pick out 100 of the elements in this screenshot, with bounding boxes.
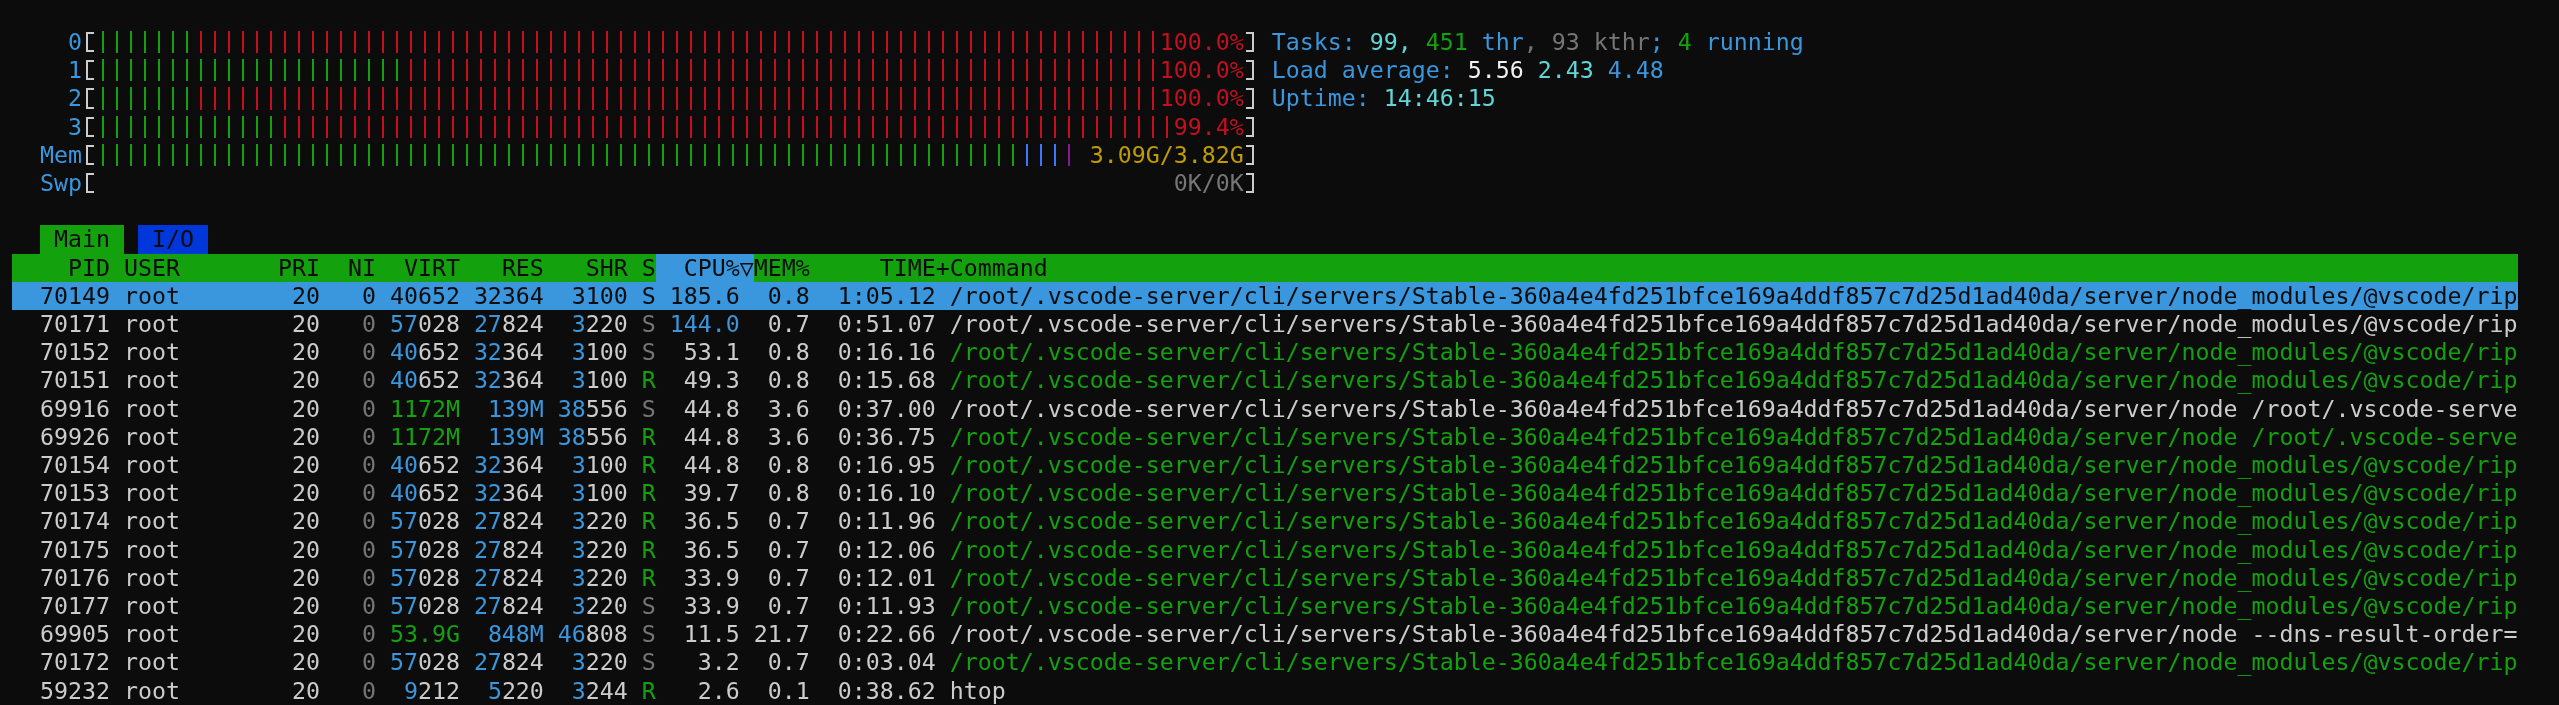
process-row[interactable]: 70154 root 20 0 40652 32364 3100 R 44.8 0.8 0:16.95 /root/.vscode-server/cli/servers/Stable-360a4e4fd251bfce169a4ddf857c7d25d1ad40da/server/node_modules/@vscode/rip bbox=[12, 451, 2518, 480]
process-row[interactable]: 69905 root 20 0 53.9G 848M 46808 S 11.5 21.7 0:22.66 /root/.vscode-server/cli/servers/Stable-360a4e4fd251bfce169a4ddf857c7d25d1ad40da/server/node --dns-result-order= bbox=[12, 620, 2518, 649]
cpu-percent-cell-text: 2.6 bbox=[696, 676, 741, 705]
user-cell-text: root bbox=[122, 338, 181, 367]
cpu-percent-cell-text: 36.5 bbox=[682, 507, 741, 536]
state-cell-text: S bbox=[640, 592, 656, 621]
user-cell-text: root bbox=[122, 451, 181, 480]
column-header[interactable]: RES bbox=[459, 253, 544, 282]
column-header[interactable]: Command bbox=[949, 253, 2518, 282]
virtual-memory-cell-text: 1172M bbox=[388, 394, 460, 423]
cpu-time-cell-text: 0:11.96 bbox=[836, 507, 937, 536]
resident-memory-cell-text: 27824 bbox=[472, 592, 544, 621]
cpu-percent-cell-text: 144.0 bbox=[668, 310, 741, 339]
process-row[interactable]: 70176 root 20 0 57028 27824 3220 R 33.9 0.7 0:12.01 /root/.vscode-server/cli/servers/Stable-360a4e4fd251bfce169a4ddf857c7d25d1ad40da/server/node_modules/@vscode/rip bbox=[12, 563, 2518, 593]
nice-cell-text: 0 bbox=[360, 563, 376, 593]
memory-percent-cell: 21.7 bbox=[753, 620, 810, 649]
resident-memory-cell-text: 32364 bbox=[472, 366, 544, 395]
command-cell: /root/.vscode-server/cli/servers/Stable-360a4e4fd251bfce169a4ddf857c7d25d1ad40da/server/node_modules/@vscode/rip bbox=[949, 507, 2518, 536]
process-row[interactable]: 70177 root 20 0 57028 27824 3220 S 33.9 0.7 0:11.93 /root/.vscode-server/cli/servers/Stable-360a4e4fd251bfce169a4ddf857c7d25d1ad40da/server/node_modules/@vscode/rip bbox=[12, 592, 2518, 621]
pid-cell-text: 70154 bbox=[38, 451, 110, 480]
state-cell-text: R bbox=[640, 422, 656, 452]
cpu-time-cell-text: 0:16.10 bbox=[836, 479, 937, 508]
command-cell: /root/.vscode-server/cli/servers/Stable-360a4e4fd251bfce169a4ddf857c7d25d1ad40da/server/node_modules/@vscode/rip bbox=[949, 366, 2518, 395]
priority-cell-text: 20 bbox=[290, 563, 320, 593]
priority-cell-text: 20 bbox=[290, 394, 320, 423]
state-cell-text: S bbox=[640, 620, 656, 649]
process-row[interactable]: 69926 root 20 0 1172M 139M 38556 R 44.8 3.6 0:36.75 /root/.vscode-server/cli/servers/Stable-360a4e4fd251bfce169a4ddf857c7d25d1ad40da/server/node /root/.vscode-serve bbox=[12, 422, 2518, 452]
cpu-percent-cell-text: 44.8 bbox=[682, 422, 741, 452]
process-row[interactable]: 70151 root 20 0 40652 32364 3100 R 49.3 0.8 0:15.68 /root/.vscode-server/cli/servers/Stable-360a4e4fd251bfce169a4ddf857c7d25d1ad40da/server/node_modules/@vscode/rip bbox=[12, 366, 2518, 395]
resident-memory-cell-text: 32364 bbox=[472, 451, 544, 480]
column-header[interactable]: PRI bbox=[263, 253, 320, 282]
nice-cell-text: 0 bbox=[360, 620, 376, 649]
column-header[interactable]: SHR bbox=[543, 253, 628, 282]
memory-percent-cell-text: 0.7 bbox=[766, 563, 810, 593]
cpu-time-cell-text: 0:11.93 bbox=[836, 592, 937, 621]
nice-cell-text: 0 bbox=[360, 338, 376, 367]
memory-percent-cell-text: 0.7 bbox=[766, 535, 810, 564]
process-row[interactable]: 69916 root 20 0 1172M 139M 38556 S 44.8 3.6 0:37.00 /root/.vscode-server/cli/servers/Stable-360a4e4fd251bfce169a4ddf857c7d25d1ad40da/server/node /root/.vscode-serve bbox=[12, 394, 2518, 423]
cpu-time-cell-text: 0:37.00 bbox=[836, 394, 937, 423]
pid-cell-text: 59232 bbox=[38, 676, 110, 705]
cpu-percent-cell-text: 33.9 bbox=[682, 563, 741, 593]
nice-cell-text: 0 bbox=[360, 648, 376, 677]
pid-cell-text: 70176 bbox=[38, 563, 110, 593]
summary-text: Load average: 5.56 2.43 4.48 bbox=[1271, 56, 1665, 85]
nice-cell-text: 0 bbox=[360, 479, 376, 508]
state-cell-text: R bbox=[640, 451, 656, 480]
shared-memory-cell-text: 46808 bbox=[556, 620, 628, 649]
command-cell: /root/.vscode-server/cli/servers/Stable-360a4e4fd251bfce169a4ddf857c7d25d1ad40da/server/node_modules/@vscode/rip bbox=[949, 310, 2518, 339]
process-row[interactable]: 70172 root 20 0 57028 27824 3220 S 3.2 0.7 0:03.04 /root/.vscode-server/cli/servers/Stable-360a4e4fd251bfce169a4ddf857c7d25d1ad40da/server/node_modules/@vscode/rip bbox=[12, 648, 2518, 677]
priority-cell-text: 20 bbox=[290, 648, 320, 677]
nice-cell-text: 0 bbox=[360, 422, 376, 452]
state-cell-text: S bbox=[640, 394, 656, 423]
user-cell-text: root bbox=[122, 563, 181, 593]
process-row[interactable]: 70152 root 20 0 40652 32364 3100 S 53.1 0.8 0:16.16 /root/.vscode-server/cli/servers/Stable-360a4e4fd251bfce169a4ddf857c7d25d1ad40da/server/node_modules/@vscode/rip bbox=[12, 338, 2518, 367]
process-row[interactable]: 70149 root 20 0 40652 32364 3100 S 185.6 0.8 1:05.12 /root/.vscode-server/cli/servers/Stable-360a4e4fd251bfce169a4ddf857c7d25d1ad40da/server/node_modules/@vscode/rip bbox=[12, 281, 2518, 310]
column-header[interactable]: VIRT bbox=[375, 253, 460, 282]
nice-cell-text: 0 bbox=[360, 592, 376, 621]
shared-memory-cell-text: 3100 bbox=[570, 479, 628, 508]
cpu-percent-cell-text: 53.1 bbox=[682, 338, 741, 367]
pid-cell-text: 69926 bbox=[38, 422, 110, 452]
nice-cell-text: 0 bbox=[360, 394, 376, 423]
user-cell-text: root bbox=[122, 648, 181, 677]
column-header[interactable]: TIME+ bbox=[809, 253, 950, 282]
priority-cell-text: 20 bbox=[290, 281, 320, 310]
priority-cell-text: 20 bbox=[290, 338, 320, 367]
process-row[interactable]: 70174 root 20 0 57028 27824 3220 R 36.5 0.7 0:11.96 /root/.vscode-server/cli/servers/Stable-360a4e4fd251bfce169a4ddf857c7d25d1ad40da/server/node_modules/@vscode/rip bbox=[12, 507, 2518, 536]
process-row[interactable]: 70175 root 20 0 57028 27824 3220 R 36.5 0.7 0:12.06 /root/.vscode-server/cli/servers/Stable-360a4e4fd251bfce169a4ddf857c7d25d1ad40da/server/node_modules/@vscode/rip bbox=[12, 535, 2518, 564]
shared-memory-cell-text: 38556 bbox=[556, 422, 628, 452]
summary-text: Tasks: 99, 451 thr, 93 kthr; 4 running bbox=[1271, 28, 1805, 57]
column-header[interactable]: USER bbox=[109, 253, 264, 282]
resident-memory-cell-text: 27824 bbox=[472, 648, 544, 677]
virtual-memory-cell-text: 40652 bbox=[388, 479, 460, 508]
column-header[interactable]: S bbox=[627, 253, 656, 282]
tab[interactable]: Main bbox=[40, 225, 124, 254]
process-row[interactable]: 59232 root 20 0 9212 5220 3244 R 2.6 0.1 0:38.62 htop bbox=[12, 676, 2518, 705]
process-row[interactable]: 70153 root 20 0 40652 32364 3100 R 39.7 0.8 0:16.10 /root/.vscode-server/cli/servers/Stable-360a4e4fd251bfce169a4ddf857c7d25d1ad40da/server/node_modules/@vscode/rip bbox=[12, 479, 2518, 508]
state-cell-text: S bbox=[640, 310, 656, 339]
meter-label: 0 bbox=[67, 28, 82, 57]
state-cell-text: S bbox=[640, 648, 656, 677]
resident-memory-cell-text: 5220 bbox=[486, 676, 544, 705]
command-cell: /root/.vscode-server/cli/servers/Stable-360a4e4fd251bfce169a4ddf857c7d25d1ad40da/server/node_modules/@vscode/rip bbox=[949, 281, 2518, 310]
memory-percent-cell-text: 0.8 bbox=[766, 338, 810, 367]
memory-percent-cell-text: 0.8 bbox=[766, 366, 810, 395]
memory-percent-cell-text: 0.7 bbox=[766, 507, 810, 536]
column-header[interactable]: NI bbox=[319, 253, 376, 282]
cpu-time-cell-text: 0:16.16 bbox=[836, 338, 937, 367]
column-header[interactable]: CPU%▽ bbox=[655, 253, 754, 282]
pid-cell-text: 70177 bbox=[38, 592, 110, 621]
shared-memory-cell-text: 3244 bbox=[570, 676, 628, 705]
column-header[interactable]: PID bbox=[12, 253, 110, 282]
memory-percent-cell-text: 0.1 bbox=[766, 676, 810, 705]
pid-cell-text: 70171 bbox=[38, 310, 110, 339]
cpu-time-cell-text: 0:12.06 bbox=[836, 535, 937, 564]
process-row[interactable]: 70171 root 20 0 57028 27824 3220 S 144.0 0.7 0:51.07 /root/.vscode-server/cli/servers/Stable-360a4e4fd251bfce169a4ddf857c7d25d1ad40da/server/node_modules/@vscode/rip bbox=[12, 310, 2518, 339]
command-cell: /root/.vscode-server/cli/servers/Stable-360a4e4fd251bfce169a4ddf857c7d25d1ad40da/server/node_modules/@vscode/rip bbox=[949, 338, 2518, 367]
resident-memory-cell-text: 27824 bbox=[472, 310, 544, 339]
state-cell-text: R bbox=[640, 507, 656, 536]
priority-cell-text: 20 bbox=[290, 507, 320, 536]
state-cell-text: R bbox=[640, 676, 656, 705]
user-cell-text: root bbox=[122, 310, 181, 339]
